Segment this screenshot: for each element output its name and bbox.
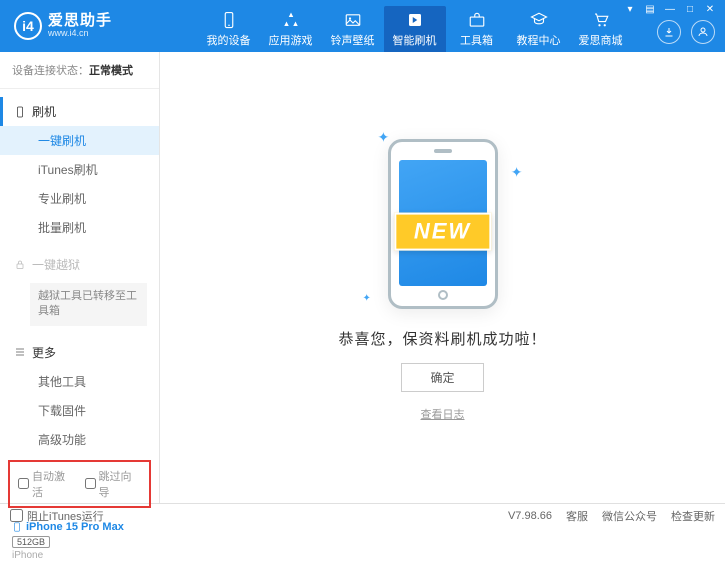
nav-label: 应用游戏 (269, 32, 313, 48)
sidebar-item-batch-flash[interactable]: 批量刷机 (0, 213, 159, 242)
support-link[interactable]: 客服 (566, 508, 588, 524)
phone-icon (14, 106, 26, 118)
checkbox-auto-activate[interactable]: 自动激活 (18, 468, 75, 500)
new-ribbon: NEW (394, 212, 491, 250)
nav-label: 爱思商城 (579, 32, 623, 48)
sidebar-header-jailbreak: 一键越狱 (0, 250, 159, 279)
nav-apps[interactable]: 应用游戏 (260, 6, 322, 52)
nav-tutorials[interactable]: 教程中心 (508, 6, 570, 52)
app-url: www.i4.cn (48, 29, 112, 39)
checkbox-skip-guide[interactable]: 跳过向导 (85, 468, 142, 500)
nav-label: 我的设备 (207, 32, 251, 48)
nav-ringtones[interactable]: 铃声壁纸 (322, 6, 384, 52)
checkbox-block-itunes[interactable]: 阻止iTunes运行 (10, 508, 104, 524)
cart-icon (591, 10, 611, 30)
lock-icon (14, 259, 26, 271)
logo-icon: i4 (14, 12, 42, 40)
toolbox-icon (467, 10, 487, 30)
image-icon (343, 10, 363, 30)
sidebar-item-onekey-flash[interactable]: 一键刷机 (0, 126, 159, 155)
maximize-icon[interactable]: □ (681, 2, 699, 16)
app-logo: i4 爱思助手 www.i4.cn (14, 12, 112, 40)
list-icon (14, 346, 26, 358)
sidebar-item-itunes-flash[interactable]: iTunes刷机 (0, 155, 159, 184)
user-button[interactable] (691, 20, 715, 44)
nav-my-device[interactable]: 我的设备 (198, 6, 260, 52)
nav-flash[interactable]: 智能刷机 (384, 6, 446, 52)
nav-label: 教程中心 (517, 32, 561, 48)
titlebar-actions (657, 20, 715, 44)
options-highlight-box: 自动激活 跳过向导 (8, 460, 151, 508)
device-type: iPhone (12, 550, 147, 561)
view-log-link[interactable]: 查看日志 (421, 406, 465, 422)
ok-button[interactable]: 确定 (401, 363, 483, 392)
app-title: 爱思助手 (48, 13, 112, 30)
success-message: 恭喜您，保资料刷机成功啦！ (338, 328, 546, 349)
jailbreak-note: 越狱工具已转移至工具箱 (30, 283, 147, 326)
flash-icon (405, 10, 425, 30)
sidebar-item-pro-flash[interactable]: 专业刷机 (0, 184, 159, 213)
device-status: 设备连接状态：正常模式 (0, 52, 159, 89)
close-icon[interactable]: ✕ (701, 2, 719, 16)
graduation-icon (529, 10, 549, 30)
wechat-link[interactable]: 微信公众号 (602, 508, 657, 524)
nav-label: 铃声壁纸 (331, 32, 375, 48)
nav-label: 智能刷机 (393, 32, 437, 48)
apps-icon (281, 10, 301, 30)
titlebar: i4 爱思助手 www.i4.cn 我的设备 应用游戏 铃声壁纸 智能刷机 工具… (0, 0, 725, 52)
window-controls: ▾ ▤ — □ ✕ (621, 2, 719, 16)
sidebar-item-other-tools[interactable]: 其他工具 (0, 367, 159, 396)
storage-badge: 512GB (12, 536, 50, 548)
download-button[interactable] (657, 20, 681, 44)
sidebar-header-flash[interactable]: 刷机 (0, 97, 159, 126)
nav-label: 工具箱 (460, 32, 493, 48)
sidebar: 设备连接状态：正常模式 刷机 一键刷机 iTunes刷机 专业刷机 批量刷机 一… (0, 52, 160, 503)
sidebar-header-more[interactable]: 更多 (0, 338, 159, 367)
main-content: ✦ ✦ ✦ NEW 恭喜您，保资料刷机成功啦！ 确定 查看日志 (160, 52, 725, 503)
success-illustration: ✦ ✦ ✦ NEW (368, 134, 518, 314)
phone-icon (219, 10, 239, 30)
sidebar-item-download-fw[interactable]: 下载固件 (0, 396, 159, 425)
skin-icon[interactable]: ▤ (641, 2, 659, 16)
sidebar-item-advanced[interactable]: 高级功能 (0, 425, 159, 454)
check-update-link[interactable]: 检查更新 (671, 508, 715, 524)
nav-toolbox[interactable]: 工具箱 (446, 6, 508, 52)
minimize-icon[interactable]: — (661, 2, 679, 16)
version-label: V7.98.66 (508, 510, 552, 522)
menu-icon[interactable]: ▾ (621, 2, 639, 16)
